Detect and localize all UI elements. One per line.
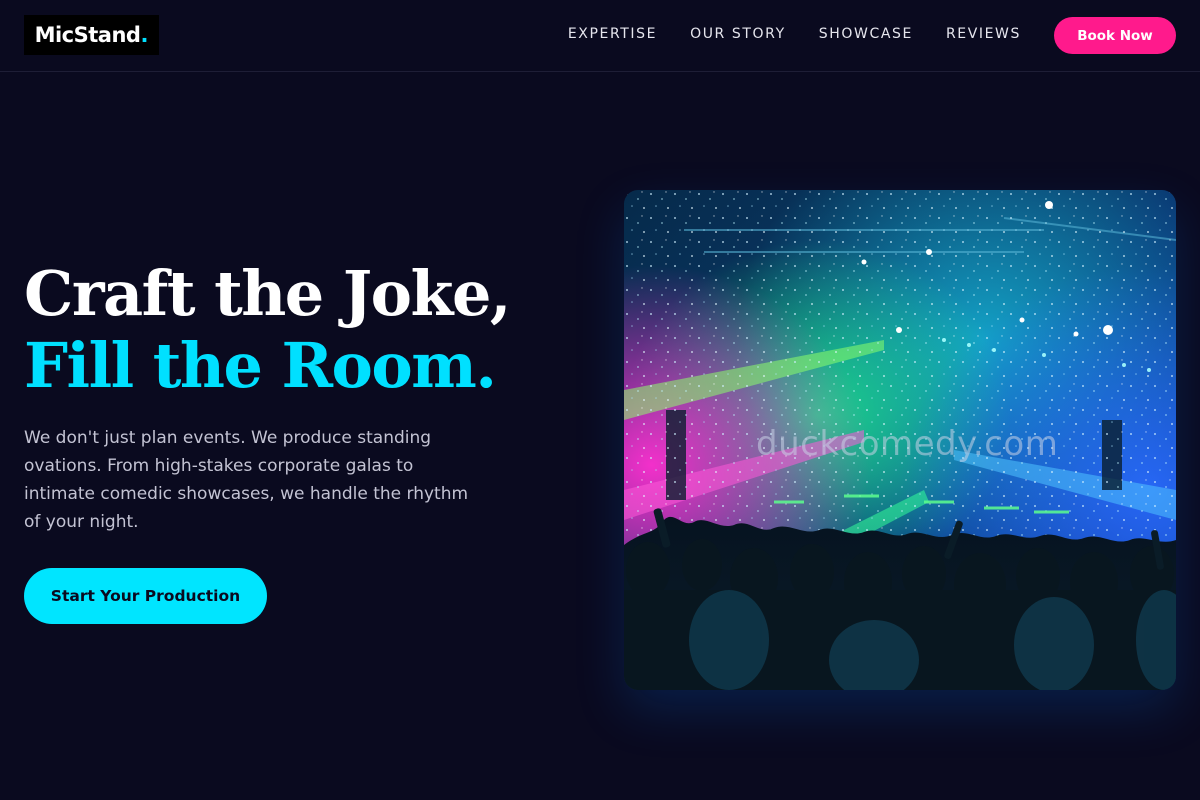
navbar: MicStand. EXPERTISE OUR STORY SHOWCASE R… (0, 0, 1200, 72)
nav-link-showcase[interactable]: SHOWCASE (819, 24, 913, 44)
book-now-button[interactable]: Book Now (1054, 17, 1176, 54)
hero-heading-line-1: Craft the Joke, (24, 257, 512, 330)
logo[interactable]: MicStand. (24, 15, 159, 55)
hero-description: We don't just plan events. We produce st… (24, 428, 469, 532)
logo-text: MicStand (34, 23, 141, 47)
image-watermark: duckcomedy.com (756, 424, 1059, 464)
nav-links: EXPERTISE OUR STORY SHOWCASE REVIEWS (568, 24, 1021, 44)
concert-crowd-image: duckcomedy.com (624, 190, 1176, 690)
nav-link-reviews[interactable]: REVIEWS (946, 24, 1021, 44)
hero-heading: Craft the Joke, Fill the Room. (24, 257, 512, 402)
landing-page: MicStand. EXPERTISE OUR STORY SHOWCASE R… (0, 0, 1200, 800)
hero-heading-line-2: Fill the Room. (24, 329, 497, 402)
nav-link-expertise[interactable]: EXPERTISE (568, 24, 657, 44)
logo-dot: . (140, 23, 149, 47)
nav-link-our-story[interactable]: OUR STORY (690, 24, 786, 44)
start-production-button[interactable]: Start Your Production (24, 568, 267, 624)
